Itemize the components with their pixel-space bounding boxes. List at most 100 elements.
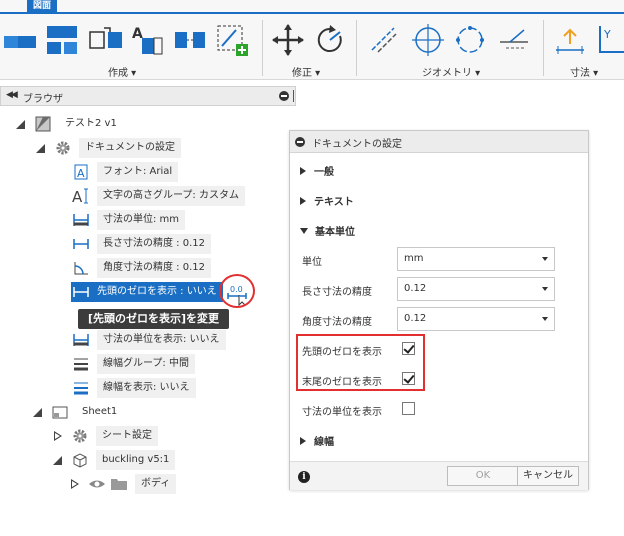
tree-label: ボディ — [135, 474, 177, 494]
folder-icon — [109, 474, 129, 494]
group-modify-label[interactable]: 修正 ▾ — [292, 64, 320, 79]
tree-sheet-settings[interactable]: シート設定 — [53, 426, 158, 446]
tree-label: 先頭のゼロを表示 : いいえ — [91, 282, 223, 302]
ok-button[interactable]: OK — [447, 466, 519, 486]
collapse-browser-icon[interactable]: ◀◀ — [6, 90, 18, 100]
section-view-icon[interactable] — [88, 22, 124, 58]
edge-extension-icon[interactable] — [496, 22, 532, 58]
svg-text:A: A — [72, 188, 83, 205]
tree-leading-zero[interactable]: 先頭のゼロを表示 : いいえ — [71, 282, 223, 302]
linear-precision-select[interactable]: 0.12 — [397, 277, 555, 301]
section-base-units[interactable]: 基本単位 — [300, 223, 355, 238]
ordinate-dimension-icon[interactable]: Y — [594, 22, 624, 58]
expand-right-icon — [300, 166, 306, 175]
rotate-icon[interactable] — [312, 22, 348, 58]
expand-right-icon[interactable] — [53, 431, 62, 441]
expand-down-icon[interactable] — [16, 119, 25, 129]
tree-unit[interactable]: 寸法の単位: mm — [71, 210, 186, 230]
break-view-icon[interactable] — [172, 22, 208, 58]
cancel-button[interactable]: キャンセル — [517, 466, 579, 486]
tree-label: テスト2 v1 — [65, 118, 117, 129]
section-line-weight-label: 線幅 — [314, 437, 334, 448]
section-general[interactable]: 一般 — [300, 163, 334, 178]
group-separator — [262, 20, 263, 76]
tab-drawing[interactable]: 図面 — [27, 0, 58, 12]
tree-label: Sheet1 — [82, 406, 118, 417]
browser-resize-grip[interactable] — [293, 90, 294, 102]
group-geometry-label[interactable]: ジオメトリ ▾ — [422, 64, 480, 79]
angular-precision-value: 0.12 — [404, 313, 427, 324]
dialog-title: ドキュメントの設定 — [312, 139, 402, 150]
section-base-units-label: 基本単位 — [315, 227, 355, 238]
tree-doc-settings[interactable]: ドキュメントの設定 — [36, 138, 181, 158]
tree-linear-precision[interactable]: 長さ寸法の精度 : 0.12 — [71, 234, 211, 254]
expand-down-icon[interactable] — [36, 143, 45, 153]
tree-label: buckling v5:1 — [96, 450, 176, 470]
dimension-unit-icon — [71, 330, 91, 350]
tree-label: シート設定 — [96, 426, 158, 446]
tree-label: 線幅を表示: いいえ — [97, 378, 196, 398]
tree-label: 寸法の単位を表示: いいえ — [97, 330, 226, 350]
tree-show-unit[interactable]: 寸法の単位を表示: いいえ — [71, 330, 226, 350]
linear-dimension-icon — [71, 234, 91, 254]
line-weight-icon — [71, 354, 91, 374]
dialog-footer: i OK キャンセル — [290, 461, 588, 490]
move-icon[interactable] — [270, 22, 306, 58]
tree-body[interactable]: ボディ — [70, 474, 177, 494]
projected-view-icon[interactable] — [44, 22, 80, 58]
info-icon[interactable]: i — [298, 471, 310, 483]
text-view-icon[interactable]: A — [130, 22, 166, 58]
eye-icon[interactable] — [87, 474, 107, 494]
leading-zero-icon — [71, 282, 91, 302]
angular-precision-select[interactable]: 0.12 — [397, 307, 555, 331]
dimension-icon[interactable] — [552, 22, 588, 58]
tree-text-height[interactable]: A 文字の高さグループ: カスタム — [71, 186, 245, 206]
angular-precision-label: 角度寸法の精度 — [302, 317, 372, 328]
show-unit-checkbox[interactable] — [402, 402, 415, 415]
tree-font[interactable]: A フォント: Arial — [71, 162, 179, 182]
base-view-icon[interactable] — [2, 22, 38, 58]
dialog-collapse-icon[interactable] — [295, 137, 305, 147]
gear-icon — [53, 138, 73, 158]
section-text-label: テキスト — [314, 197, 354, 208]
browser-minimize-icon[interactable] — [279, 91, 289, 101]
tree-component[interactable]: buckling v5:1 — [53, 450, 176, 470]
expand-down-icon[interactable] — [33, 407, 42, 417]
center-mark-icon[interactable] — [410, 22, 446, 58]
linear-precision-label: 長さ寸法の精度 — [302, 287, 372, 298]
expand-down-icon[interactable] — [53, 455, 62, 465]
tree-label: フォント: Arial — [97, 162, 179, 182]
expand-right-icon[interactable] — [70, 479, 79, 489]
sheet-icon — [50, 402, 70, 422]
tree-label: 角度寸法の精度 : 0.12 — [97, 258, 211, 278]
center-pattern-icon[interactable] — [452, 22, 488, 58]
section-text[interactable]: テキスト — [300, 193, 354, 208]
highlight-box — [296, 334, 425, 391]
tree-label: 文字の高さグループ: カスタム — [97, 186, 245, 206]
document-settings-dialog: ドキュメントの設定 一般 テキスト 基本単位 単位 mm 長さ寸法の精度 0.1… — [289, 130, 589, 490]
tree-show-line-weight[interactable]: 線幅を表示: いいえ — [71, 378, 196, 398]
ribbon: 図面 A 作成 ▾ 修正 ▾ ジオメトリ ▾ Y 寸法 ▾ — [0, 0, 624, 80]
tree-root[interactable]: テスト2 v1 — [16, 114, 123, 134]
text-height-icon: A — [71, 186, 91, 206]
group-create-label[interactable]: 作成 ▾ — [108, 64, 136, 79]
tree-sheet[interactable]: Sheet1 — [33, 402, 123, 422]
centerline-icon[interactable] — [366, 22, 402, 58]
tree-label: 線幅グループ: 中間 — [97, 354, 195, 374]
tree-label: 寸法の単位: mm — [97, 210, 186, 230]
group-separator — [356, 20, 357, 76]
unit-label: 単位 — [302, 257, 322, 268]
tree-angular-precision[interactable]: 角度寸法の精度 : 0.12 — [71, 258, 211, 278]
unit-select[interactable]: mm — [397, 247, 555, 271]
component-icon — [70, 450, 90, 470]
browser-header: ◀◀ ブラウザ — [0, 86, 296, 106]
expand-right-icon — [300, 436, 306, 445]
browser-title: ブラウザ — [23, 94, 63, 105]
group-dimension-label[interactable]: 寸法 ▾ — [570, 64, 598, 79]
sketch-add-icon[interactable] — [214, 22, 250, 58]
svg-text:Y: Y — [603, 28, 611, 41]
section-line-weight[interactable]: 線幅 — [300, 433, 334, 448]
chevron-down-icon — [542, 257, 548, 261]
tree-line-weight-group[interactable]: 線幅グループ: 中間 — [71, 354, 195, 374]
tooltip: [先頭のゼロを表示]を変更 — [78, 309, 230, 329]
